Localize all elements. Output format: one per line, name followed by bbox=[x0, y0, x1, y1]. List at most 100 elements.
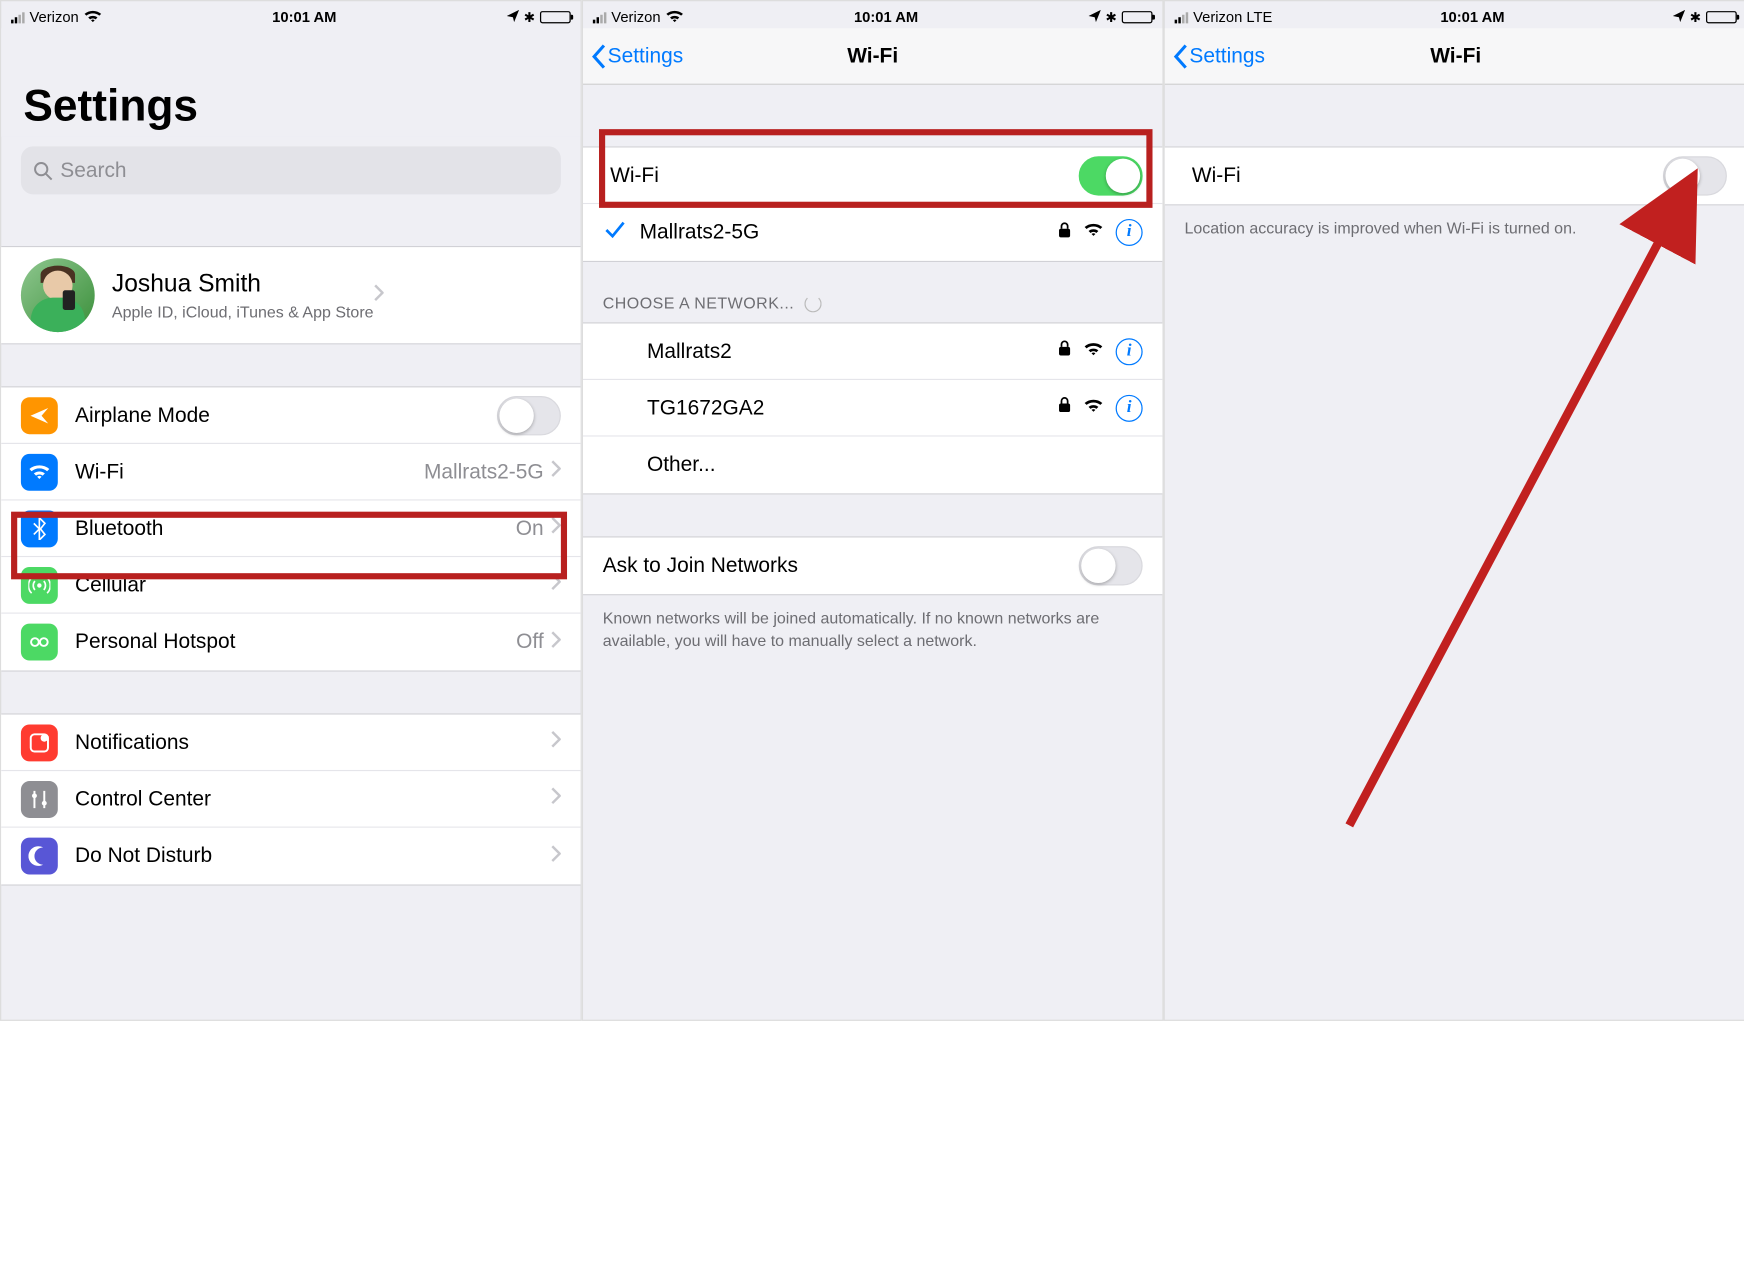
other-label: Other... bbox=[647, 453, 1143, 478]
carrier-label: Verizon bbox=[30, 9, 79, 26]
bluetooth-row[interactable]: Bluetooth On bbox=[1, 501, 580, 558]
network-row[interactable]: TG1672GA2 i bbox=[583, 380, 1162, 437]
hotspot-icon bbox=[21, 624, 58, 661]
wifi-off-screen: Verizon LTE 10:01 AM ✱ Settings Wi-Fi Wi… bbox=[1164, 0, 1744, 1021]
nav-bar: Settings Wi-Fi bbox=[583, 28, 1162, 85]
signal-icon bbox=[11, 12, 25, 23]
control-center-label: Control Center bbox=[75, 787, 551, 812]
cellular-icon bbox=[21, 566, 58, 603]
battery-icon bbox=[1122, 11, 1153, 23]
wifi-toggle[interactable] bbox=[1663, 156, 1727, 195]
page-title: Settings bbox=[1, 28, 580, 136]
moon-icon bbox=[21, 838, 58, 875]
wifi-toggle-row[interactable]: Wi-Fi bbox=[1165, 148, 1744, 205]
wifi-strength-icon bbox=[1084, 397, 1104, 419]
lock-icon bbox=[1058, 339, 1072, 362]
bluetooth-label: Bluetooth bbox=[75, 516, 516, 541]
airplane-mode-row[interactable]: Airplane Mode bbox=[1, 387, 580, 444]
ask-footer: Known networks will be joined automatica… bbox=[583, 595, 1162, 663]
airplane-icon bbox=[21, 397, 58, 434]
back-button[interactable]: Settings bbox=[1172, 42, 1265, 69]
clock-label: 10:01 AM bbox=[1440, 9, 1504, 26]
ask-label: Ask to Join Networks bbox=[603, 554, 1079, 579]
wifi-strength-icon bbox=[1084, 221, 1104, 243]
hotspot-detail: Off bbox=[516, 630, 544, 655]
dnd-row[interactable]: Do Not Disturb bbox=[1, 828, 580, 885]
chevron-right-icon bbox=[374, 284, 384, 307]
other-network-row[interactable]: Other... bbox=[583, 437, 1162, 494]
location-icon bbox=[506, 9, 518, 26]
search-placeholder: Search bbox=[60, 158, 126, 183]
back-label: Settings bbox=[608, 44, 684, 69]
bluetooth-icon: ✱ bbox=[1106, 9, 1117, 25]
control-center-row[interactable]: Control Center bbox=[1, 771, 580, 828]
network-name: Mallrats2-5G bbox=[640, 220, 1058, 245]
airplane-label: Airplane Mode bbox=[75, 403, 497, 428]
avatar bbox=[21, 258, 95, 332]
bluetooth-icon: ✱ bbox=[524, 9, 535, 25]
notifications-row[interactable]: Notifications bbox=[1, 715, 580, 772]
control-center-icon bbox=[21, 780, 58, 817]
status-bar: Verizon 10:01 AM ✱ bbox=[1, 1, 580, 28]
clock-label: 10:01 AM bbox=[854, 9, 918, 26]
chevron-right-icon bbox=[551, 630, 561, 653]
profile-name: Joshua Smith bbox=[112, 270, 374, 298]
chevron-right-icon bbox=[551, 517, 561, 540]
notifications-label: Notifications bbox=[75, 730, 551, 755]
airplane-toggle[interactable] bbox=[497, 395, 561, 434]
battery-icon bbox=[540, 11, 571, 23]
status-bar: Verizon 10:01 AM ✱ bbox=[583, 1, 1162, 28]
wifi-toggle[interactable] bbox=[1079, 156, 1143, 195]
nav-title: Wi-Fi bbox=[847, 44, 898, 69]
checkmark-icon bbox=[605, 221, 625, 244]
chevron-right-icon bbox=[551, 844, 561, 867]
profile-subtitle: Apple ID, iCloud, iTunes & App Store bbox=[112, 302, 374, 320]
bluetooth-detail: On bbox=[516, 516, 544, 541]
wifi-label: Wi-Fi bbox=[75, 459, 424, 484]
notifications-icon bbox=[21, 724, 58, 761]
wifi-row[interactable]: Wi-Fi Mallrats2-5G bbox=[1, 444, 580, 501]
chevron-right-icon bbox=[551, 460, 561, 483]
chevron-right-icon bbox=[551, 731, 561, 754]
network-row[interactable]: Mallrats2 i bbox=[583, 323, 1162, 380]
cellular-row[interactable]: Cellular bbox=[1, 557, 580, 614]
apple-id-row[interactable]: Joshua Smith Apple ID, iCloud, iTunes & … bbox=[1, 247, 580, 343]
dnd-label: Do Not Disturb bbox=[75, 844, 551, 869]
wifi-toggle-label: Wi-Fi bbox=[603, 163, 1079, 188]
wifi-toggle-label: Wi-Fi bbox=[1184, 164, 1662, 189]
connected-network-row[interactable]: Mallrats2-5G i bbox=[583, 204, 1162, 261]
location-icon bbox=[1088, 9, 1100, 26]
info-icon[interactable]: i bbox=[1116, 394, 1143, 421]
battery-icon bbox=[1706, 11, 1737, 23]
ask-toggle[interactable] bbox=[1079, 546, 1143, 585]
bluetooth-icon bbox=[21, 510, 58, 547]
wifi-strength-icon bbox=[1084, 340, 1104, 362]
location-note: Location accuracy is improved when Wi-Fi… bbox=[1165, 205, 1744, 251]
lock-icon bbox=[1058, 396, 1072, 419]
nav-bar: Settings Wi-Fi bbox=[1165, 28, 1744, 85]
signal-icon bbox=[593, 12, 607, 23]
cellular-label: Cellular bbox=[75, 573, 551, 598]
spinner-icon bbox=[804, 295, 821, 312]
hotspot-row[interactable]: Personal Hotspot Off bbox=[1, 614, 580, 671]
wifi-icon bbox=[21, 453, 58, 490]
search-input[interactable]: Search bbox=[21, 146, 561, 194]
ask-to-join-row[interactable]: Ask to Join Networks bbox=[583, 538, 1162, 595]
hotspot-label: Personal Hotspot bbox=[75, 630, 516, 655]
wifi-on-screen: Verizon 10:01 AM ✱ Settings Wi-Fi Wi-Fi … bbox=[582, 0, 1164, 1021]
network-name: Mallrats2 bbox=[647, 339, 1058, 364]
carrier-label: Verizon bbox=[611, 9, 660, 26]
back-label: Settings bbox=[1189, 44, 1265, 69]
info-icon[interactable]: i bbox=[1116, 219, 1143, 246]
info-icon[interactable]: i bbox=[1116, 338, 1143, 365]
wifi-detail: Mallrats2-5G bbox=[424, 459, 544, 484]
carrier-label: Verizon LTE bbox=[1193, 9, 1272, 26]
nav-title: Wi-Fi bbox=[1430, 44, 1481, 69]
back-button[interactable]: Settings bbox=[590, 42, 683, 69]
wifi-toggle-row[interactable]: Wi-Fi bbox=[583, 148, 1162, 205]
bluetooth-icon: ✱ bbox=[1690, 9, 1701, 25]
chevron-right-icon bbox=[551, 573, 561, 596]
chevron-right-icon bbox=[551, 787, 561, 810]
annotation-arrow bbox=[1312, 161, 1730, 850]
location-icon bbox=[1673, 9, 1685, 26]
